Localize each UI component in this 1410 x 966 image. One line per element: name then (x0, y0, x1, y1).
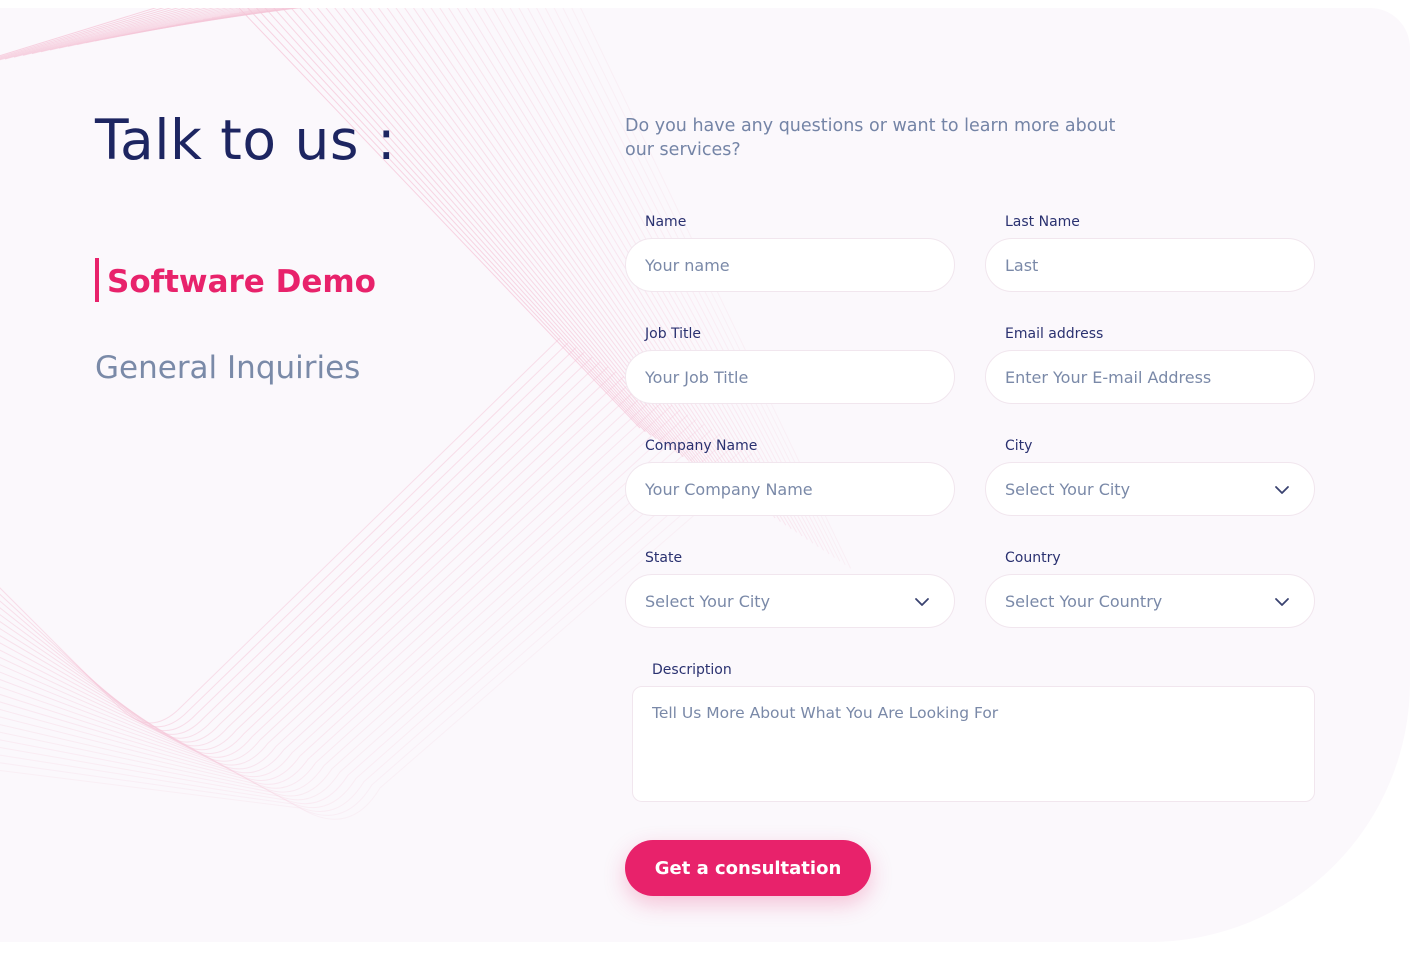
state-select-value: Select Your City (645, 591, 771, 611)
city-select[interactable]: Select Your City (985, 462, 1315, 516)
city-label: City (1005, 438, 1033, 454)
job-title-label: Job Title (645, 326, 702, 342)
name-input[interactable] (645, 255, 935, 275)
description-field-wrapper (632, 686, 1315, 802)
email-input[interactable] (1005, 367, 1295, 387)
chevron-down-icon (1275, 486, 1289, 494)
email-label: Email address (1005, 326, 1104, 342)
country-select-value: Select Your Country (1005, 591, 1163, 611)
last-name-field-wrapper (985, 238, 1315, 292)
name-field-wrapper (625, 238, 955, 292)
email-field-wrapper (985, 350, 1315, 404)
country-select[interactable]: Select Your Country (985, 574, 1315, 628)
get-consultation-button[interactable]: Get a consultation (625, 840, 871, 896)
last-name-label: Last Name (1005, 214, 1080, 230)
company-field-wrapper (625, 462, 955, 516)
country-label: Country (1005, 550, 1061, 566)
job-title-input[interactable] (645, 367, 935, 387)
tab-software-demo[interactable]: Software Demo (95, 258, 376, 302)
city-select-value: Select Your City (1005, 479, 1131, 499)
tab-general-inquiries[interactable]: General Inquiries (95, 346, 360, 390)
job-title-field-wrapper (625, 350, 955, 404)
chevron-down-icon (1275, 598, 1289, 606)
company-name-label: Company Name (645, 438, 758, 454)
last-name-input[interactable] (1005, 255, 1295, 275)
description-textarea[interactable] (652, 704, 1295, 784)
name-label: Name (645, 214, 687, 230)
page-title: Talk to us : (95, 108, 397, 172)
state-label: State (645, 550, 683, 566)
state-select[interactable]: Select Your City (625, 574, 955, 628)
company-name-input[interactable] (645, 479, 935, 499)
intro-text: Do you have any questions or want to lea… (625, 116, 1116, 160)
description-label: Description (652, 662, 732, 678)
chevron-down-icon (915, 598, 929, 606)
